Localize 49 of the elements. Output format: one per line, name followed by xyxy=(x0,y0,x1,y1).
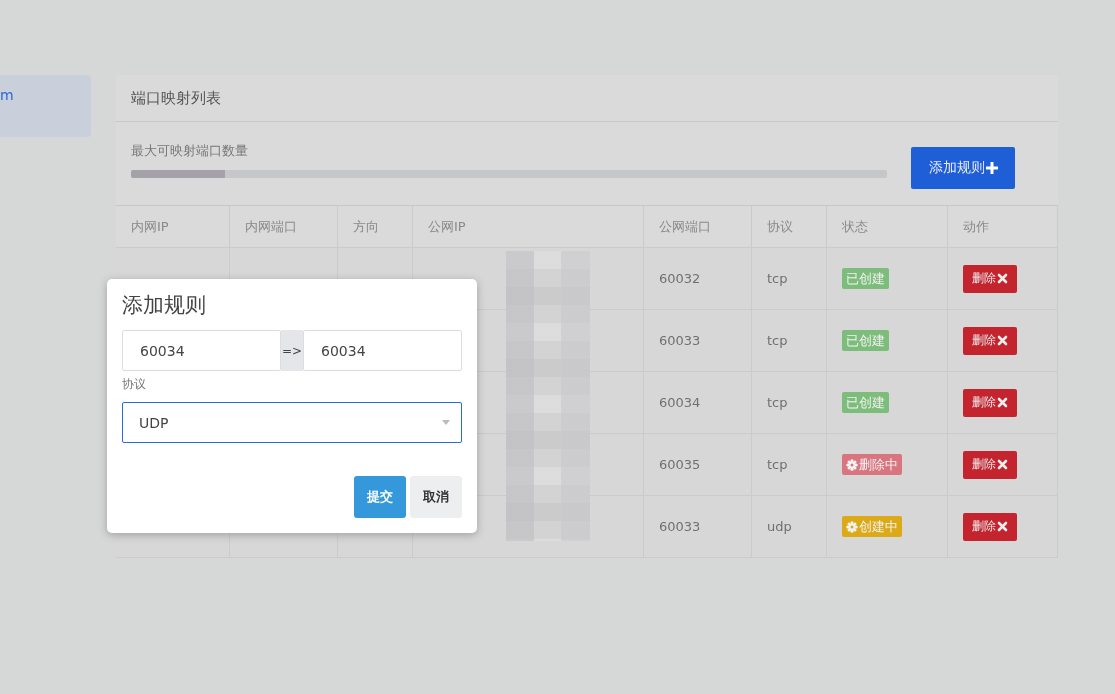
table-cell: tcp xyxy=(767,457,788,472)
status-badge: 已创建 xyxy=(842,330,889,351)
column-header: 公网IP xyxy=(428,217,466,236)
close-icon xyxy=(997,459,1008,470)
gear-icon xyxy=(846,458,858,471)
delete-button[interactable]: 删除 xyxy=(963,264,1017,293)
status-badge: 创建中 xyxy=(842,516,902,537)
column-header: 内网端口 xyxy=(245,217,297,236)
plus-icon xyxy=(985,162,998,174)
arrow-addon: => xyxy=(281,330,303,371)
column-header: 公网端口 xyxy=(659,217,711,236)
input-field[interactable]: 60034 xyxy=(122,330,281,371)
protocol-select[interactable]: UDP xyxy=(122,402,462,443)
input-field[interactable]: 60034 xyxy=(303,330,462,371)
table-cell: tcp xyxy=(767,333,788,348)
column-header: 状态 xyxy=(842,217,868,236)
submit-button[interactable]: 提交 xyxy=(354,476,406,518)
column-header: 协议 xyxy=(767,217,793,236)
delete-button[interactable]: 删除 xyxy=(963,388,1017,417)
table-cell: 60035 xyxy=(659,457,701,472)
delete-button[interactable]: 删除 xyxy=(963,326,1017,355)
cancel-button[interactable]: 取消 xyxy=(410,476,462,518)
table-cell: 60033 xyxy=(659,333,701,348)
caret-icon xyxy=(442,420,450,425)
status-badge: 已创建 xyxy=(842,268,889,289)
close-icon xyxy=(997,273,1008,284)
close-icon xyxy=(997,521,1008,532)
status-badge: 删除中 xyxy=(842,454,902,475)
close-icon xyxy=(997,335,1008,346)
column-header: 动作 xyxy=(963,217,989,236)
sidebar-item[interactable]: m xyxy=(0,87,14,103)
quota-label: 最大可映射端口数量 xyxy=(131,143,248,158)
dialog-title: 添加规则 xyxy=(122,292,207,319)
table-cell: 60032 xyxy=(659,271,701,286)
close-icon xyxy=(997,397,1008,408)
table-cell: tcp xyxy=(767,271,788,286)
table-cell: 60033 xyxy=(659,519,701,534)
status-badge: 已创建 xyxy=(842,392,889,413)
table-cell: tcp xyxy=(767,395,788,410)
column-header: 内网IP xyxy=(131,217,169,236)
table-cell: udp xyxy=(767,519,792,534)
table-cell: 60034 xyxy=(659,395,701,410)
delete-button[interactable]: 删除 xyxy=(963,512,1017,541)
card-title: 端口映射列表 xyxy=(131,88,221,108)
column-header: 方向 xyxy=(353,217,379,236)
gear-icon xyxy=(846,520,858,533)
field-label: 协议 xyxy=(122,376,147,393)
add-rule-button[interactable]: 添加规则 xyxy=(911,147,1015,189)
delete-button[interactable]: 删除 xyxy=(963,450,1017,479)
